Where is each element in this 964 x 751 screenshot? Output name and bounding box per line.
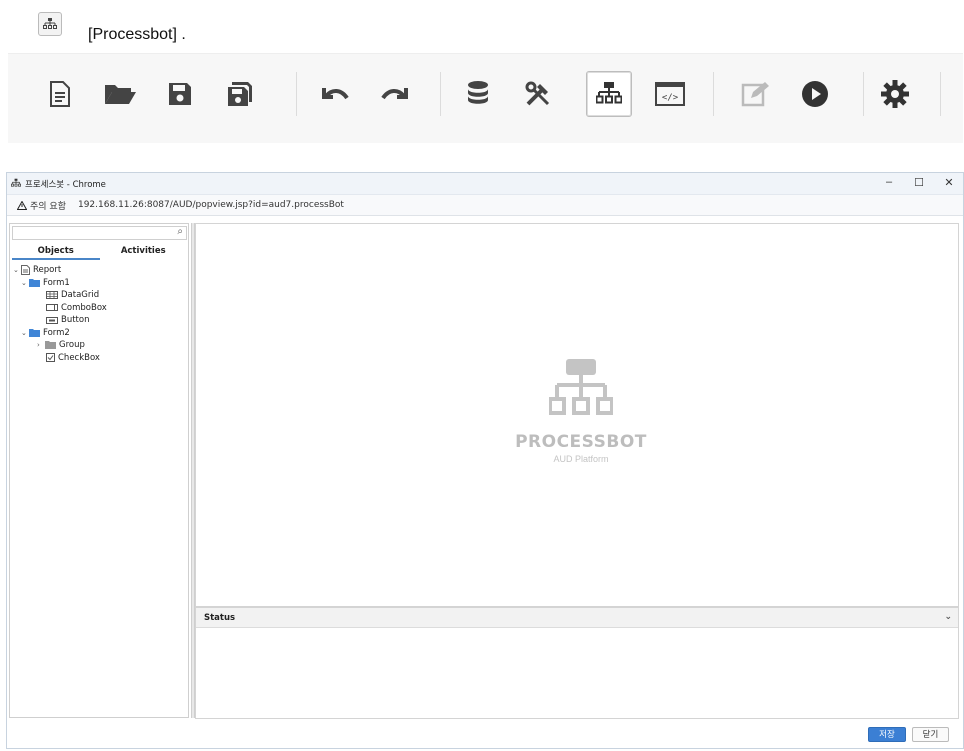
search-input[interactable]: ⌕ [12,226,187,240]
status-panel: Status ⌄ [195,607,959,719]
edit-icon[interactable] [733,72,777,116]
security-label: 주의 요함 [30,201,66,212]
tree-node-combobox[interactable]: ComboBox [13,302,107,315]
chevron-down-icon[interactable]: ⌄ [944,612,952,622]
button-icon [46,316,58,324]
app-content: ⌕ Objects Activities ⌄ Report ⌄ Form1 Da… [7,217,963,748]
code-icon[interactable]: </> [648,72,692,116]
processbot-logo: PROCESSBOT AUD Platform [496,359,666,464]
main-toolbar: </> [8,53,963,143]
process-diagram-icon [11,178,21,190]
process-diagram-icon[interactable] [586,71,632,117]
tab-activities[interactable]: Activities [100,244,188,260]
process-diagram-icon [38,12,62,36]
database-icon[interactable] [456,72,500,116]
address-bar[interactable]: 주의 요함 192.168.11.26:8087/AUD/popview.jsp… [7,195,963,216]
object-explorer-panel: ⌕ Objects Activities ⌄ Report ⌄ Form1 Da… [9,223,189,718]
redo-icon[interactable] [373,72,417,116]
folder-icon [29,278,40,287]
tree-node-form1[interactable]: ⌄ Form1 [13,277,107,290]
tree-node-group[interactable]: › Group [13,339,107,352]
window-title: 프로세스봇 - Chrome [25,179,106,190]
chevron-down-icon[interactable]: ⌄ [13,266,21,274]
document-caption: [Processbot] . [88,26,186,43]
tools-icon[interactable] [516,72,560,116]
tree-node-button[interactable]: Button [13,314,107,327]
svg-text:</>: </> [662,93,679,103]
play-icon[interactable] [793,72,837,116]
maximize-button[interactable]: ☐ [909,176,929,189]
status-header[interactable]: Status ⌄ [196,608,958,628]
warning-icon [17,200,27,210]
chevron-down-icon[interactable]: ⌄ [21,279,29,287]
tree-node-datagrid[interactable]: DataGrid [13,289,107,302]
tab-objects[interactable]: Objects [12,244,100,260]
tree-node-checkbox[interactable]: CheckBox [13,352,107,365]
chevron-down-icon[interactable]: ⌄ [21,329,29,337]
report-icon [21,265,30,276]
logo-brand-text: PROCESSBOT [515,432,647,452]
search-icon[interactable]: ⌕ [177,226,183,237]
url-text: 192.168.11.26:8087/AUD/popview.jsp?id=au… [77,200,344,210]
tree-node-form2[interactable]: ⌄ Form2 [13,327,107,340]
logo-subtitle: AUD Platform [553,454,609,464]
open-folder-icon[interactable] [98,72,142,116]
checkbox-icon [46,353,55,363]
status-title: Status [204,612,236,623]
design-canvas[interactable]: PROCESSBOT AUD Platform [195,223,959,607]
combobox-icon [46,304,58,312]
window-titlebar: 프로세스봇 - Chrome – ☐ ✕ [7,173,963,195]
undo-icon[interactable] [313,72,357,116]
process-diagram-icon [548,359,614,415]
folder-icon [45,341,56,350]
panel-tabs: Objects Activities [12,244,187,260]
object-tree: ⌄ Report ⌄ Form1 DataGrid ComboBox Butto… [13,264,107,364]
security-warning[interactable]: 주의 요함 [13,198,70,213]
save-icon[interactable] [158,72,202,116]
new-document-icon[interactable] [38,72,82,116]
close-window-button[interactable]: ✕ [939,176,959,189]
settings-gear-icon[interactable] [873,72,917,116]
folder-icon [29,328,40,337]
chrome-popup-window: 프로세스봇 - Chrome – ☐ ✕ 주의 요함 192.168.11.26… [6,172,964,749]
datagrid-icon [46,291,58,300]
minimize-button[interactable]: – [879,176,899,188]
save-as-icon[interactable] [218,72,262,116]
tree-node-report[interactable]: ⌄ Report [13,264,107,277]
chevron-right-icon[interactable]: › [37,341,45,349]
close-button[interactable]: 닫기 [912,727,949,742]
save-button[interactable]: 저장 [868,727,906,742]
